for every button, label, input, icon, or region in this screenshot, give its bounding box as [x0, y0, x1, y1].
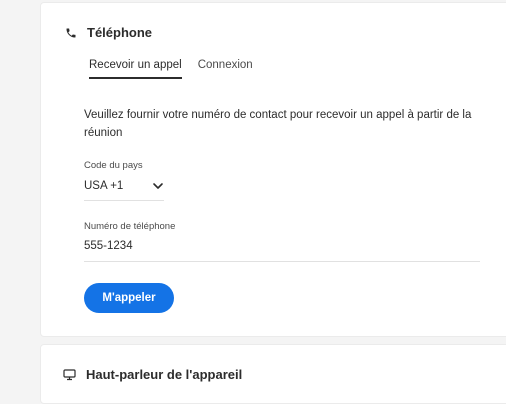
country-code-select[interactable]: USA +1 [84, 175, 164, 201]
left-background-strip [0, 0, 40, 343]
speaker-section-header: Haut-parleur de l'appareil [63, 367, 242, 382]
speaker-section-title: Haut-parleur de l'appareil [86, 367, 243, 382]
speaker-card[interactable]: Haut-parleur de l'appareil [40, 344, 506, 404]
phone-section-title: Téléphone [87, 25, 153, 40]
phone-icon [65, 27, 77, 39]
tab-receive-call[interactable]: Recevoir un appel [89, 59, 182, 79]
phone-card: Téléphone Recevoir un appel Connexion Ve… [40, 2, 506, 337]
phone-tabs: Recevoir un appel Connexion [89, 59, 253, 79]
monitor-icon [63, 368, 76, 381]
chevron-down-icon [152, 180, 164, 192]
call-me-button[interactable]: M'appeler [84, 283, 174, 313]
phone-section-header: Téléphone [65, 25, 152, 40]
country-code-value: USA +1 [84, 179, 124, 192]
phone-number-label: Numéro de téléphone [84, 221, 176, 232]
country-code-label: Code du pays [84, 160, 143, 171]
phone-description: Veuillez fournir votre numéro de contact… [84, 109, 472, 139]
phone-number-input[interactable] [84, 236, 480, 262]
tab-connect[interactable]: Connexion [198, 59, 253, 79]
